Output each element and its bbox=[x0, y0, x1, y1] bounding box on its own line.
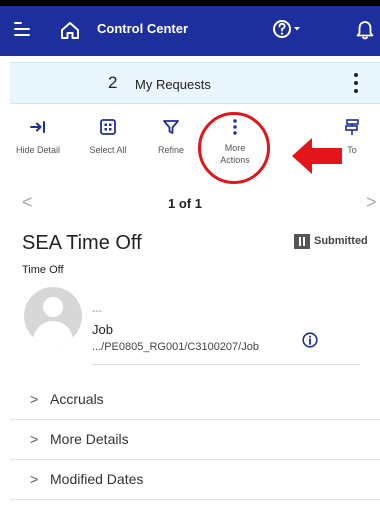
avatar-body bbox=[33, 321, 73, 345]
menu-icon[interactable] bbox=[14, 22, 30, 36]
chevron-right-icon: > bbox=[30, 391, 39, 407]
home-icon[interactable] bbox=[60, 21, 80, 39]
help-icon[interactable] bbox=[272, 18, 302, 40]
select-all-button[interactable]: Select All bbox=[78, 118, 138, 156]
kebab-menu-icon[interactable] bbox=[351, 71, 361, 97]
section-label: Modified Dates bbox=[50, 471, 144, 487]
next-page-icon[interactable]: > bbox=[366, 192, 377, 213]
my-requests-row[interactable]: 2 My Requests bbox=[10, 62, 380, 104]
pointer-arrow-icon bbox=[292, 138, 342, 174]
hide-detail-button[interactable]: Hide Detail bbox=[8, 118, 68, 156]
signpost-icon bbox=[345, 119, 359, 135]
request-type: Time Off bbox=[22, 264, 64, 276]
refine-label: Refine bbox=[157, 145, 184, 155]
section-modified-dates[interactable]: > Modified Dates bbox=[10, 460, 380, 500]
page-indicator: 1 of 1 bbox=[168, 196, 202, 211]
status-badge: Submitted bbox=[294, 234, 380, 250]
info-icon[interactable] bbox=[302, 332, 318, 348]
grid-select-icon bbox=[100, 119, 116, 135]
filter-icon bbox=[163, 120, 179, 134]
section-more-details[interactable]: > More Details bbox=[10, 420, 380, 460]
top-app-bar: Control Center bbox=[0, 0, 380, 56]
collapse-arrow-icon bbox=[30, 121, 45, 133]
prev-page-icon[interactable]: < bbox=[22, 192, 33, 213]
detail-divider bbox=[92, 364, 360, 365]
highlight-circle bbox=[198, 112, 270, 184]
avatar bbox=[24, 287, 82, 345]
status-label: Submitted bbox=[314, 235, 368, 247]
chevron-right-icon: > bbox=[30, 431, 39, 447]
section-label: More Details bbox=[50, 431, 129, 447]
person-name: --- bbox=[92, 306, 102, 317]
avatar-head bbox=[43, 297, 63, 317]
job-path: .../PE0805_RG001/C3100207/Job bbox=[92, 341, 259, 353]
pager: < 1 of 1 > bbox=[0, 192, 380, 214]
select-all-label: Select All bbox=[89, 145, 127, 155]
requests-label: My Requests bbox=[135, 77, 211, 92]
hide-detail-label: Hide Detail bbox=[15, 145, 61, 155]
section-accruals[interactable]: > Accruals bbox=[10, 380, 380, 420]
job-label: Job bbox=[92, 322, 113, 337]
refine-button[interactable]: Refine bbox=[141, 118, 201, 156]
status-strip bbox=[0, 0, 380, 6]
request-title: SEA Time Off bbox=[22, 232, 142, 254]
chevron-right-icon: > bbox=[30, 471, 39, 487]
pause-icon bbox=[294, 234, 310, 249]
requests-count: 2 bbox=[108, 73, 118, 92]
section-label: Accruals bbox=[50, 391, 104, 407]
bell-icon[interactable] bbox=[356, 20, 374, 40]
app-title: Control Center bbox=[97, 21, 188, 36]
